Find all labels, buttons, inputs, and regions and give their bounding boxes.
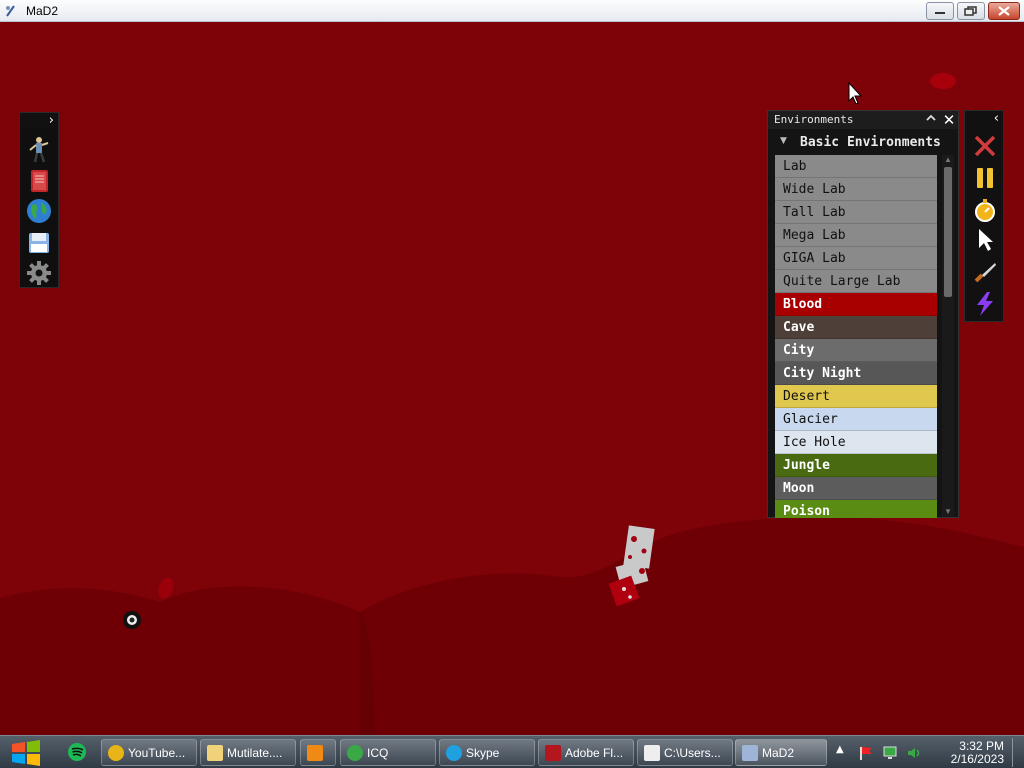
clear-x-icon[interactable]	[972, 133, 998, 159]
environment-item[interactable]: GIGA Lab	[775, 247, 937, 270]
window-title: MaD2	[26, 4, 59, 18]
volume-icon[interactable]	[906, 745, 922, 761]
network-icon[interactable]	[882, 745, 898, 761]
folder-icon	[207, 745, 223, 761]
taskbar-button[interactable]	[300, 739, 336, 766]
taskbar-button-label: MaD2	[762, 746, 795, 760]
pointer-cursor-icon[interactable]	[972, 227, 998, 253]
environment-item[interactable]: Poison	[775, 500, 937, 518]
environment-item[interactable]: Desert	[775, 385, 937, 408]
chevron-right-icon: ›	[48, 113, 54, 128]
taskbar-clock[interactable]: 3:32 PM 2/16/2023	[932, 740, 1004, 766]
taskbar: YouTube... Mutilate.... ICQ Skype Adobe Fl..…	[0, 735, 1024, 768]
environment-item[interactable]: Cave	[775, 316, 937, 339]
taskbar-button[interactable]: Skype	[439, 739, 535, 766]
chrome-icon	[108, 745, 124, 761]
book-tool-icon[interactable]	[25, 167, 53, 195]
save-disk-icon[interactable]	[25, 229, 53, 257]
environment-item[interactable]: Jungle	[775, 454, 937, 477]
right-toolbar-collapse-button[interactable]: ‹	[965, 111, 1003, 127]
environment-item[interactable]: City Night	[775, 362, 937, 385]
tray-expand-icon[interactable]: ▲	[836, 744, 844, 755]
scroll-down-icon[interactable]: ▼	[942, 507, 954, 517]
environment-item[interactable]: Lab	[775, 155, 937, 178]
environment-item[interactable]: Mega Lab	[775, 224, 937, 247]
taskbar-button-label: YouTube...	[128, 746, 186, 760]
taskbar-button[interactable]: C:\Users...	[637, 739, 733, 766]
taskbar-button[interactable]: Adobe Fl...	[538, 739, 634, 766]
blood-drop	[930, 73, 956, 89]
scroll-up-icon[interactable]: ▲	[942, 155, 954, 165]
chevron-left-icon: ‹	[993, 111, 999, 126]
settings-gear-icon[interactable]	[25, 259, 53, 287]
blood-ground	[0, 516, 1024, 735]
group-label: Basic Environments	[800, 135, 941, 150]
minimize-button[interactable]	[926, 2, 954, 20]
environment-item[interactable]: Moon	[775, 477, 937, 500]
environment-item[interactable]: Tall Lab	[775, 201, 937, 224]
pause-icon[interactable]	[972, 165, 998, 191]
environment-item[interactable]: Glacier	[775, 408, 937, 431]
taskbar-button-label: ICQ	[367, 746, 389, 760]
mouse-cursor	[848, 81, 863, 105]
environment-list-scrollbar[interactable]: ▲ ▼	[942, 155, 954, 517]
lightning-tool-icon[interactable]	[972, 291, 998, 317]
taskbar-button[interactable]: Mutilate....	[200, 739, 296, 766]
collapse-panel-button[interactable]	[924, 112, 938, 126]
taskbar-button[interactable]: YouTube...	[101, 739, 197, 766]
environment-item[interactable]: Ice Hole	[775, 431, 937, 454]
minimize-icon	[935, 12, 945, 14]
environments-panel-title: Environments	[774, 113, 854, 126]
window-titlebar[interactable]: MaD2	[0, 0, 1024, 22]
close-button[interactable]	[988, 2, 1020, 20]
show-desktop-button[interactable]	[1012, 738, 1022, 767]
environment-item[interactable]: Blood	[775, 293, 937, 316]
taskbar-button-label: C:\Users...	[664, 746, 721, 760]
environments-panel: Environments ✕ ▼ Basic Environments Lab W…	[767, 110, 959, 518]
environment-item[interactable]: Wide Lab	[775, 178, 937, 201]
7zip-icon	[644, 745, 660, 761]
flag-icon[interactable]	[858, 745, 874, 761]
spotify-icon[interactable]	[66, 741, 88, 763]
close-panel-button[interactable]: ✕	[942, 111, 956, 129]
vlc-icon	[307, 745, 323, 761]
left-toolbar: ›	[19, 112, 59, 288]
taskbar-button-label: Mutilate....	[227, 746, 283, 760]
maximize-icon	[964, 6, 977, 16]
icq-icon	[347, 745, 363, 761]
scroll-thumb[interactable]	[944, 167, 952, 297]
taskbar-button-label: Adobe Fl...	[565, 746, 624, 760]
clock-date: 2/16/2023	[950, 752, 1004, 766]
environment-list: Lab Wide Lab Tall Lab Mega Lab GIGA Lab Quite…	[775, 155, 937, 518]
right-toolbar: ‹	[964, 110, 1004, 322]
windows-start-icon[interactable]	[8, 738, 44, 768]
environment-item[interactable]: Quite Large Lab	[775, 270, 937, 293]
taskbar-button[interactable]: ICQ	[340, 739, 436, 766]
ragdoll-tool-icon[interactable]	[25, 135, 53, 163]
close-icon	[998, 6, 1010, 16]
mad2-app-icon	[6, 5, 15, 17]
environment-item[interactable]: City	[775, 339, 937, 362]
skype-icon	[446, 745, 462, 761]
stopwatch-icon[interactable]	[972, 197, 998, 223]
environments-panel-header[interactable]: Environments ✕	[768, 111, 958, 129]
basic-environments-group[interactable]: ▼ Basic Environments	[776, 133, 941, 153]
flash-icon	[545, 745, 561, 761]
globe-environment-icon[interactable]	[25, 197, 53, 225]
taskbar-button[interactable]: MaD2	[735, 739, 827, 766]
mad2-app-icon	[742, 745, 758, 761]
chevron-up-icon	[926, 114, 936, 121]
expand-arrow-icon: ▼	[780, 136, 787, 146]
taskbar-button-label: Skype	[466, 746, 500, 760]
maximize-button[interactable]	[957, 2, 985, 20]
left-toolbar-expand-button[interactable]: ›	[20, 113, 58, 129]
knife-tool-icon[interactable]	[972, 259, 998, 285]
game-canvas[interactable]: › Environments ✕ ▼ Basic Environments La…	[0, 22, 1024, 735]
